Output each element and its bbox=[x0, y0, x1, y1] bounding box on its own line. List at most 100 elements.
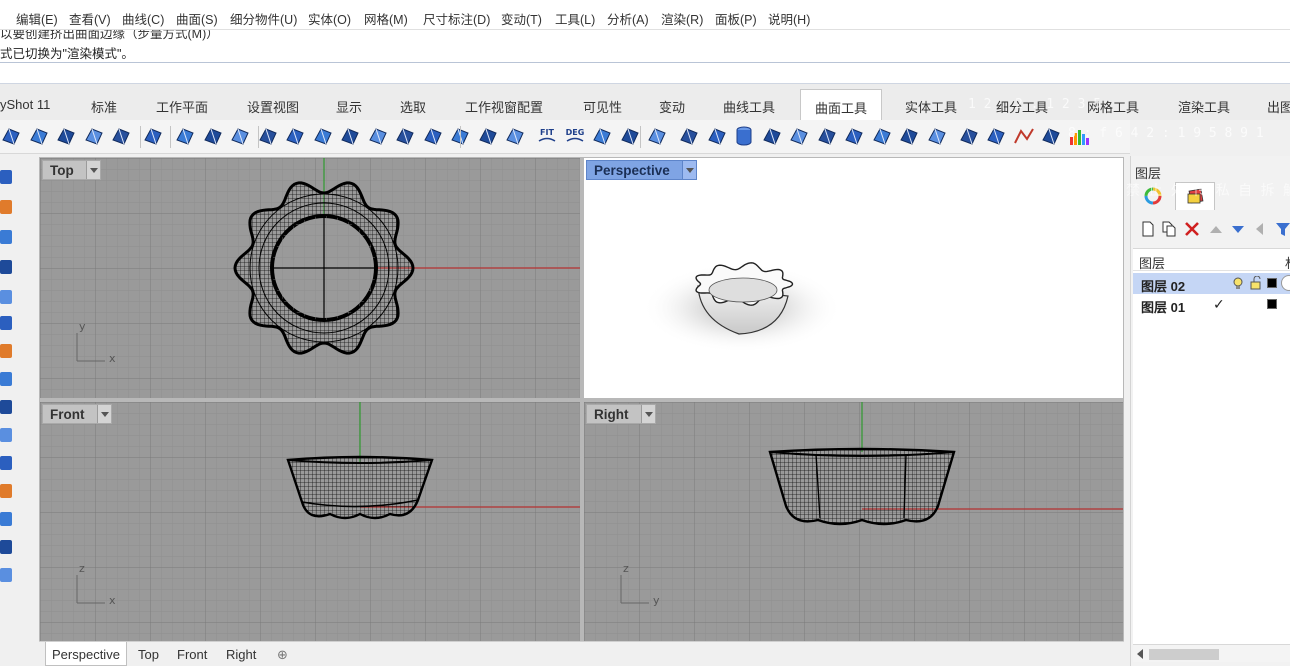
toolbar-tab[interactable]: 曲线工具 bbox=[723, 97, 775, 116]
panel-tab-layers[interactable] bbox=[1175, 182, 1215, 210]
untrim-icon[interactable] bbox=[394, 125, 416, 147]
cylinder-icon[interactable] bbox=[733, 125, 755, 147]
layer-list-scrollbar[interactable] bbox=[1133, 644, 1290, 662]
left-tool-icon[interactable] bbox=[0, 200, 12, 214]
right-wireframe-object[interactable] bbox=[768, 447, 956, 526]
loft-icon[interactable] bbox=[83, 125, 105, 147]
left-tool-icon[interactable] bbox=[0, 428, 12, 442]
network-surface-icon[interactable] bbox=[229, 125, 251, 147]
left-tool-icon[interactable] bbox=[0, 260, 12, 274]
toolbar-tab[interactable]: 选取 bbox=[400, 97, 426, 116]
patch-icon[interactable] bbox=[202, 125, 224, 147]
merge-surface-icon[interactable] bbox=[477, 125, 499, 147]
layer-color-swatch[interactable] bbox=[1267, 278, 1277, 288]
menu-item[interactable]: 细分物件(U) bbox=[230, 9, 297, 28]
viewport-right[interactable]: z y Right bbox=[584, 402, 1123, 641]
fillet-surface-icon[interactable] bbox=[284, 125, 306, 147]
layer-color-swatch[interactable] bbox=[1267, 299, 1277, 309]
layer-row[interactable]: 图层 01 ✓ bbox=[1133, 294, 1290, 315]
grid-icon[interactable] bbox=[1040, 125, 1062, 147]
offset-surface-icon[interactable] bbox=[257, 125, 279, 147]
menu-item[interactable]: 查看(V) bbox=[69, 9, 111, 28]
toolbar-tab[interactable]: 实体工具 bbox=[905, 97, 957, 116]
toolbar-tab[interactable]: 变动 bbox=[659, 97, 685, 116]
toolbar-tab[interactable]: 设置视图 bbox=[247, 97, 299, 116]
viewport-perspective[interactable]: Perspective bbox=[584, 158, 1123, 398]
select-icon[interactable] bbox=[678, 125, 700, 147]
surface-from-points-icon[interactable] bbox=[0, 125, 22, 147]
menu-item[interactable]: 编辑(E) bbox=[16, 9, 58, 28]
menu-item[interactable]: 尺寸标注(D) bbox=[423, 9, 490, 28]
left-tool-icon[interactable] bbox=[0, 540, 12, 554]
delete-layer-icon[interactable] bbox=[1183, 220, 1201, 238]
surface-from-curves-icon[interactable] bbox=[28, 125, 50, 147]
viewport-tab[interactable]: Perspective bbox=[45, 642, 127, 666]
split-icon[interactable] bbox=[367, 125, 389, 147]
blend-surface-icon[interactable] bbox=[174, 125, 196, 147]
viewport-label-front[interactable]: Front bbox=[42, 404, 112, 424]
unroll-icon[interactable] bbox=[504, 125, 526, 147]
toolbar-tab[interactable]: 可见性 bbox=[583, 97, 622, 116]
viewport-perspective-canvas[interactable] bbox=[584, 158, 1123, 398]
toolbar-tab[interactable]: 显示 bbox=[336, 97, 362, 116]
viewport-label-top[interactable]: Top bbox=[42, 160, 101, 180]
cone-icon[interactable] bbox=[788, 125, 810, 147]
viewport-top[interactable]: y x Top bbox=[40, 158, 580, 398]
rail-revolve-icon[interactable] bbox=[142, 125, 164, 147]
viewport-front-canvas[interactable] bbox=[40, 402, 580, 641]
set-point-icon[interactable] bbox=[591, 125, 613, 147]
move-uvn-icon[interactable] bbox=[619, 125, 641, 147]
extrude-surface-icon[interactable] bbox=[55, 125, 77, 147]
curvature-icon[interactable] bbox=[1013, 125, 1035, 147]
move-left-icon[interactable] bbox=[1251, 220, 1269, 238]
left-tool-icon[interactable] bbox=[0, 170, 12, 184]
bend-icon[interactable] bbox=[871, 125, 893, 147]
unlock-icon[interactable] bbox=[1249, 276, 1263, 290]
layer-row[interactable]: 图层 02 bbox=[1133, 273, 1290, 294]
front-wireframe-object[interactable] bbox=[286, 455, 434, 520]
toolbar-tab[interactable]: 标准 bbox=[91, 97, 117, 116]
zebra-icon[interactable] bbox=[958, 125, 980, 147]
viewport-label-perspective[interactable]: Perspective bbox=[586, 160, 697, 180]
viewport-right-canvas[interactable] bbox=[584, 402, 1123, 641]
viewport-tab[interactable]: Right bbox=[226, 647, 256, 662]
toolbar-tab[interactable]: 出图 bbox=[1267, 97, 1290, 116]
left-tool-icon[interactable] bbox=[0, 512, 12, 526]
menu-item[interactable]: 面板(P) bbox=[715, 9, 757, 28]
new-layer-icon[interactable] bbox=[1139, 220, 1157, 238]
toolbar-tab[interactable]: 网格工具 bbox=[1087, 97, 1139, 116]
deg-icon[interactable]: DEG bbox=[564, 125, 586, 147]
menu-item[interactable]: 实体(O) bbox=[308, 9, 351, 28]
menu-item[interactable]: 分析(A) bbox=[607, 9, 649, 28]
toolbar-tab[interactable]: 工作视窗配置 bbox=[465, 97, 543, 116]
filter-icon[interactable] bbox=[1274, 220, 1290, 238]
histogram-icon[interactable] bbox=[1068, 125, 1090, 147]
viewport-top-canvas[interactable] bbox=[40, 158, 580, 398]
toolbar-tab[interactable]: 工作平面 bbox=[156, 97, 208, 116]
menu-item[interactable]: 曲线(C) bbox=[122, 9, 164, 28]
fit-icon[interactable]: FIT bbox=[536, 125, 558, 147]
scrollbar-thumb[interactable] bbox=[1149, 649, 1219, 660]
toolbar-tab[interactable]: 曲面工具 bbox=[800, 89, 883, 121]
paint-icon[interactable] bbox=[926, 125, 948, 147]
left-tool-icon[interactable] bbox=[0, 344, 12, 358]
viewport-tab[interactable]: Top bbox=[138, 647, 159, 662]
move-down-icon[interactable] bbox=[1229, 220, 1247, 238]
viewport-tab[interactable]: Front bbox=[177, 647, 207, 662]
new-sublayer-icon[interactable] bbox=[1160, 220, 1178, 238]
menu-item[interactable]: 渲染(R) bbox=[661, 9, 703, 28]
left-tool-icon[interactable] bbox=[0, 568, 12, 582]
chevron-down-icon[interactable] bbox=[681, 161, 696, 179]
left-tool-icon[interactable] bbox=[0, 400, 12, 414]
frame-icon[interactable] bbox=[646, 125, 668, 147]
toolbar-tab[interactable]: yShot 11 bbox=[0, 97, 50, 112]
add-viewport-icon[interactable]: ⊕ bbox=[277, 647, 288, 663]
box-analysis-icon[interactable] bbox=[985, 125, 1007, 147]
mirror-icon[interactable] bbox=[898, 125, 920, 147]
current-layer-checkmark[interactable]: ✓ bbox=[1213, 296, 1225, 313]
lightbulb-icon[interactable] bbox=[1231, 276, 1245, 290]
menu-item[interactable]: 工具(L) bbox=[555, 9, 595, 28]
left-tool-icon[interactable] bbox=[0, 316, 12, 330]
panel-tab-properties[interactable] bbox=[1133, 182, 1173, 210]
viewport-label-right[interactable]: Right bbox=[586, 404, 656, 424]
